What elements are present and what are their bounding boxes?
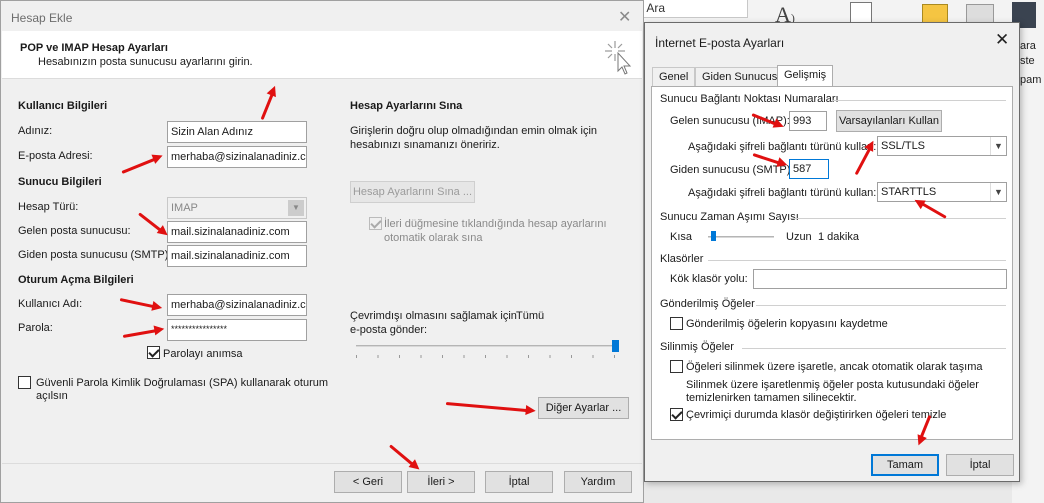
timeout-short-label: Kısa — [670, 231, 693, 243]
account-type-value: IMAP — [171, 202, 198, 214]
offline-value: Tümü — [516, 310, 545, 322]
chevron-down-icon: ▼ — [288, 200, 304, 216]
outgoing-port-input[interactable]: 587 — [789, 159, 829, 179]
auto-test-checkbox[interactable] — [369, 217, 382, 230]
name-label: Adınız: — [18, 125, 53, 137]
purge-checkbox[interactable] — [670, 408, 683, 421]
test-settings-section: Hesap Ayarlarını Sına — [350, 100, 463, 112]
divider — [792, 218, 1006, 219]
spa-checkbox[interactable] — [18, 376, 31, 389]
deleted-note-line1: Silinmek üzere işaretlenmiş öğeler posta… — [686, 379, 979, 391]
add-account-dialog: Hesap Ekle ✕ POP ve IMAP Hesap Ayarları … — [0, 0, 644, 503]
enc-select-1[interactable]: SSL/TLS ▼ — [877, 136, 1007, 156]
enc-label-1: Aşağıdaki şifreli bağlantı türünü kullan… — [688, 141, 877, 153]
cancel-button[interactable]: İptal — [485, 471, 553, 493]
header-subtitle: Hesabınızın posta sunucusu ayarlarını gi… — [38, 56, 253, 68]
dialog2-title: İnternet E-posta Ayarları — [655, 36, 785, 50]
ok-button[interactable]: Tamam — [871, 454, 939, 476]
password-label: Parola: — [18, 322, 53, 334]
mark-deleted-label: Öğeleri silinmek üzere işaretle, ancak o… — [686, 361, 983, 373]
offline-slider-ticks — [356, 355, 619, 358]
auto-test-line2: otomatik olarak sına — [384, 232, 483, 244]
tab-general[interactable]: Genel — [652, 67, 696, 87]
user-info-section: Kullanıcı Bilgileri — [18, 100, 108, 112]
enc-value-2: STARTTLS — [881, 186, 937, 198]
search-box[interactable]: i Ara — [636, 0, 748, 18]
internet-email-settings-dialog: İnternet E-posta Ayarları ✕ Genel Giden … — [644, 22, 1020, 482]
ports-group-title: Sunucu Bağlantı Noktası Numaraları — [660, 93, 839, 105]
spa-label-line1: Güvenli Parola Kimlik Doğrulaması (SPA) … — [36, 377, 329, 389]
ribbon-label-1: ara — [1020, 40, 1036, 52]
password-input[interactable]: **************** — [167, 319, 307, 341]
divider — [832, 100, 1006, 101]
timeout-slider-thumb[interactable] — [711, 231, 717, 241]
account-type-select[interactable]: IMAP ▼ — [167, 197, 307, 219]
chevron-down-icon: ▼ — [990, 137, 1006, 155]
root-folder-input[interactable] — [753, 269, 1007, 289]
more-settings-button[interactable]: Diğer Ayarlar ... — [538, 397, 629, 419]
timeout-group-title: Sunucu Zaman Aşımı Sayısı — [660, 211, 799, 223]
incoming-server-input[interactable]: mail.sizinalanadiniz.com — [167, 221, 307, 243]
ribbon-label-2: ste — [1020, 55, 1035, 67]
enc-select-2[interactable]: STARTTLS ▼ — [877, 182, 1007, 202]
purge-label: Çevrimiçi durumda klasör değiştirirken ö… — [686, 409, 947, 421]
root-folder-label: Kök klasör yolu: — [670, 273, 748, 285]
email-input[interactable]: merhaba@sizinalanadiniz.com — [167, 146, 307, 168]
deleted-note-line2: temizlenirken tamamen silinecektir. — [686, 392, 857, 404]
timeout-long-label: Uzun — [786, 231, 812, 243]
sent-group-title: Gönderilmiş Öğeler — [660, 298, 755, 310]
login-info-section: Oturum Açma Bilgileri — [18, 274, 134, 286]
enc-label-2: Aşağıdaki şifreli bağlantı türünü kullan… — [688, 187, 877, 199]
enc-value-1: SSL/TLS — [881, 140, 926, 152]
divider — [756, 305, 1006, 306]
use-defaults-button[interactable]: Varsayılanları Kullan — [836, 110, 942, 132]
divider — [742, 348, 1006, 349]
offline-slider-thumb[interactable] — [612, 340, 619, 352]
header-title: POP ve IMAP Hesap Ayarları — [20, 42, 168, 54]
close-icon[interactable]: ✕ — [995, 30, 1009, 50]
form-icon[interactable] — [850, 2, 872, 24]
remember-password-label: Parolayı anımsa — [163, 348, 243, 360]
username-label: Kullanıcı Adı: — [18, 298, 83, 310]
email-label: E-posta Adresi: — [18, 150, 93, 162]
outgoing-server-input[interactable]: mail.sizinalanadiniz.com — [167, 245, 307, 267]
dialog-header: POP ve IMAP Hesap Ayarları Hesabınızın p… — [2, 31, 642, 79]
outgoing-server-label: Giden posta sunucusu (SMTP): — [18, 249, 172, 261]
remember-password-checkbox[interactable] — [147, 346, 160, 359]
name-input[interactable]: Sizin Alan Adınız — [167, 121, 307, 143]
next-button[interactable]: İleri > — [407, 471, 475, 493]
mark-deleted-checkbox[interactable] — [670, 360, 683, 373]
test-desc-line2: hesabınızı sınamanızı öneririz. — [350, 139, 500, 151]
tab-advanced[interactable]: Gelişmiş — [777, 65, 834, 88]
close-icon[interactable]: ✕ — [618, 7, 631, 27]
timeout-value: 1 dakika — [818, 231, 859, 243]
test-desc-line1: Girişlerin doğru olup olmadığından emin … — [350, 125, 598, 137]
incoming-server-label: Gelen posta sunucusu: — [18, 225, 131, 237]
divider — [708, 260, 1006, 261]
sent-copy-checkbox[interactable] — [670, 317, 683, 330]
back-button[interactable]: < Geri — [334, 471, 402, 493]
offline-label-line2: e-posta gönder: — [350, 324, 428, 336]
spa-label-line2: açılsın — [36, 390, 68, 402]
cursor-sparkle-icon — [605, 41, 632, 75]
sent-copy-label: Gönderilmiş öğelerin kopyasını kaydetme — [686, 318, 888, 330]
dialog-title: Hesap Ekle — [11, 11, 73, 25]
username-input[interactable]: merhaba@sizinalanadiniz.com — [167, 294, 307, 316]
outgoing-port-label: Giden sunucusu (SMTP): — [670, 164, 794, 176]
server-info-section: Sunucu Bilgileri — [18, 176, 102, 188]
account-type-label: Hesap Türü: — [18, 201, 79, 213]
advanced-panel: Sunucu Bağlantı Noktası Numaraları Gelen… — [651, 86, 1013, 440]
timeout-slider-track[interactable] — [708, 236, 774, 238]
deleted-group-title: Silinmiş Öğeler — [660, 341, 734, 353]
cancel-button[interactable]: İptal — [946, 454, 1014, 476]
ribbon-label-3: pam — [1020, 74, 1042, 86]
folders-group-title: Klasörler — [660, 253, 704, 265]
chevron-down-icon: ▼ — [990, 183, 1006, 201]
offline-slider-track[interactable] — [356, 345, 619, 347]
help-button[interactable]: Yardım — [564, 471, 632, 493]
auto-test-line1: İleri düğmesine tıklandığında hesap ayar… — [384, 218, 607, 230]
incoming-port-input[interactable]: 993 — [789, 111, 827, 131]
test-settings-button[interactable]: Hesap Ayarlarını Sına ... — [350, 181, 475, 203]
offline-label-line1: Çevrimdışı olmasını sağlamak için — [350, 310, 517, 322]
